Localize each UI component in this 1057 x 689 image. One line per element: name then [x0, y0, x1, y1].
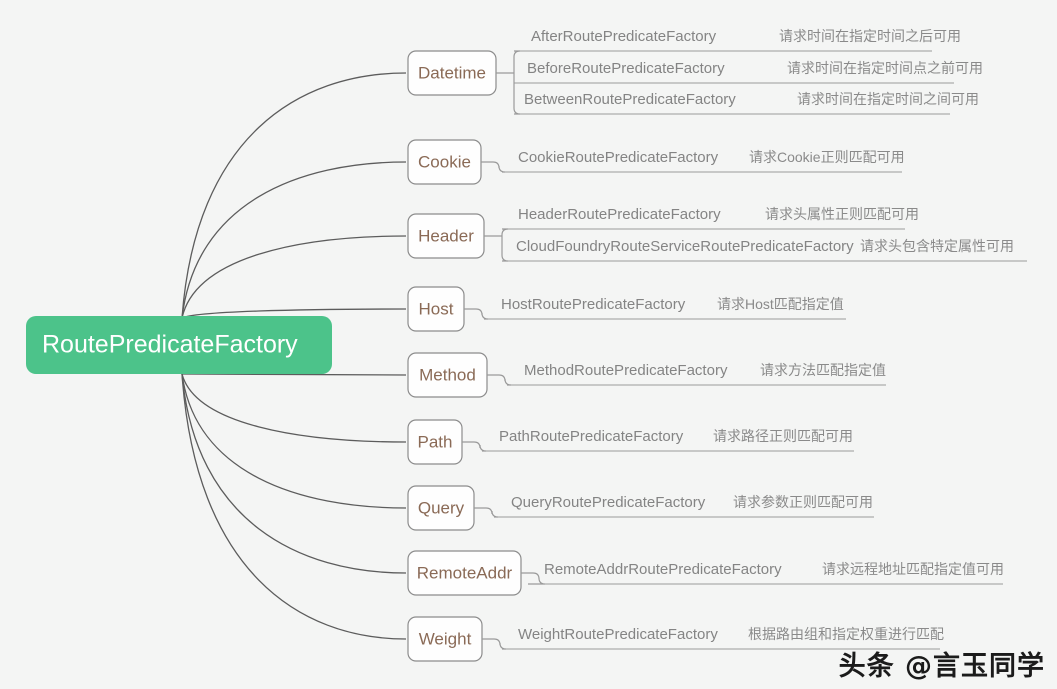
branch-node-cookie[interactable]: Cookie: [407, 139, 506, 185]
leaf-description-header-0: 请求头属性正则匹配可用: [765, 206, 919, 222]
leaf-factory-label-remoteaddr-0: RemoteAddrRoutePredicateFactory: [544, 561, 782, 578]
leaf-description-method-0: 请求方法匹配指定值: [760, 362, 886, 378]
root-to-branch-connector-header: [181, 235, 407, 319]
leaf-row-datetime-1[interactable]: BeforeRoutePredicateFactory 请求时间在指定时间点之前可…: [514, 60, 983, 84]
root-to-branch-connector-method: [181, 373, 407, 376]
leaf-description-datetime-2: 请求时间在指定时间之间可用: [797, 91, 979, 107]
leaf-row-query-0[interactable]: QueryRoutePredicateFactory 请求参数正则匹配可用: [494, 494, 874, 518]
leaf-description-remoteaddr-0: 请求远程地址匹配指定值可用: [822, 561, 1004, 577]
leaf-factory-label-cookie-0: CookieRoutePredicateFactory: [518, 149, 719, 166]
leaf-row-cookie-0[interactable]: CookieRoutePredicateFactory 请求Cookie正则匹配可…: [502, 149, 905, 173]
watermark-text: 头条 @言玉同学: [838, 651, 1045, 682]
child-elbow-weight: [482, 638, 507, 650]
leaf-row-path-0[interactable]: PathRoutePredicateFactory 请求路径正则匹配可用: [482, 428, 854, 452]
branch-label-weight: Weight: [419, 629, 472, 648]
leaf-factory-label-path-0: PathRoutePredicateFactory: [499, 428, 684, 445]
leaf-factory-label-query-0: QueryRoutePredicateFactory: [511, 494, 706, 511]
leaf-description-path-0: 请求路径正则匹配可用: [713, 428, 853, 444]
child-elbow-query: [474, 507, 499, 518]
branch-label-header: Header: [418, 226, 474, 245]
leaf-row-header-0[interactable]: HeaderRoutePredicateFactory 请求头属性正则匹配可用: [502, 206, 919, 230]
child-elbow-path: [462, 441, 487, 452]
leaf-description-host-0: 请求Host匹配指定值: [717, 296, 844, 312]
leaf-description-datetime-0: 请求时间在指定时间之后可用: [779, 28, 961, 44]
branch-node-method[interactable]: Method: [407, 352, 512, 398]
leaf-factory-label-weight-0: WeightRoutePredicateFactory: [518, 626, 718, 643]
root-to-branch-connector-datetime: [181, 72, 407, 319]
leaf-row-header-1[interactable]: CloudFoundryRouteServiceRoutePredicateFa…: [502, 238, 1027, 262]
root-to-branch-connector-remoteaddr: [181, 373, 407, 574]
root-to-branch-connector-path: [181, 373, 407, 443]
leaf-factory-label-datetime-0: AfterRoutePredicateFactory: [531, 28, 717, 45]
leaf-row-datetime-2[interactable]: BetweenRoutePredicateFactory 请求时间在指定时间之间可…: [514, 91, 979, 115]
branch-node-remoteaddr[interactable]: RemoteAddr: [407, 550, 546, 596]
branch-node-header[interactable]: Header: [407, 213, 509, 262]
branch-node-weight[interactable]: Weight: [407, 616, 507, 662]
child-elbow-host: [464, 308, 489, 320]
branch-label-method: Method: [419, 365, 476, 384]
mindmap-svg: Datetime AfterRoutePredicateFactory 请求时间在指…: [26, 28, 1027, 662]
branch-node-query[interactable]: Query: [407, 485, 499, 531]
branch-label-query: Query: [418, 498, 465, 517]
branch-label-cookie: Cookie: [418, 152, 471, 171]
root-node[interactable]: RoutePredicateFactory: [26, 316, 332, 374]
branch-node-datetime[interactable]: Datetime: [407, 50, 521, 115]
leaf-row-remoteaddr-0[interactable]: RemoteAddrRoutePredicateFactory 请求远程地址匹配指…: [528, 561, 1004, 585]
mindmap-canvas: Datetime AfterRoutePredicateFactory 请求时间在指…: [0, 0, 1057, 689]
leaf-description-header-1: 请求头包含特定属性可用: [860, 238, 1014, 254]
branch-label-path: Path: [418, 432, 453, 451]
leaf-description-datetime-1: 请求时间在指定时间点之前可用: [787, 60, 983, 76]
branch-label-remoteaddr: RemoteAddr: [417, 563, 513, 582]
leaf-factory-label-datetime-2: BetweenRoutePredicateFactory: [524, 91, 736, 108]
leaf-description-cookie-0: 请求Cookie正则匹配可用: [749, 149, 905, 165]
leaf-description-weight-0: 根据路由组和指定权重进行匹配: [748, 626, 944, 642]
leaf-factory-label-method-0: MethodRoutePredicateFactory: [524, 362, 728, 379]
child-spine-header: [501, 228, 509, 262]
leaf-factory-label-datetime-1: BeforeRoutePredicateFactory: [527, 60, 725, 77]
branch-label-host: Host: [419, 299, 454, 318]
leaf-row-datetime-0[interactable]: AfterRoutePredicateFactory 请求时间在指定时间之后可用: [514, 28, 961, 52]
branch-node-path[interactable]: Path: [407, 419, 487, 465]
child-elbow-remoteaddr: [521, 572, 546, 585]
child-elbow-cookie: [481, 161, 506, 173]
branch-node-host[interactable]: Host: [407, 286, 489, 332]
leaf-description-query-0: 请求参数正则匹配可用: [733, 494, 873, 510]
branch-label-datetime: Datetime: [418, 63, 486, 82]
child-elbow-method: [487, 374, 512, 386]
leaf-row-method-0[interactable]: MethodRoutePredicateFactory 请求方法匹配指定值: [507, 362, 886, 386]
leaf-factory-label-host-0: HostRoutePredicateFactory: [501, 296, 686, 313]
leaf-row-host-0[interactable]: HostRoutePredicateFactory 请求Host匹配指定值: [484, 296, 846, 320]
leaf-factory-label-header-1: CloudFoundryRouteServiceRoutePredicateFa…: [516, 238, 854, 255]
leaf-factory-label-header-0: HeaderRoutePredicateFactory: [518, 206, 721, 223]
root-node-label: RoutePredicateFactory: [42, 331, 298, 359]
branch-layer: Datetime AfterRoutePredicateFactory 请求时间在指…: [407, 28, 1027, 662]
